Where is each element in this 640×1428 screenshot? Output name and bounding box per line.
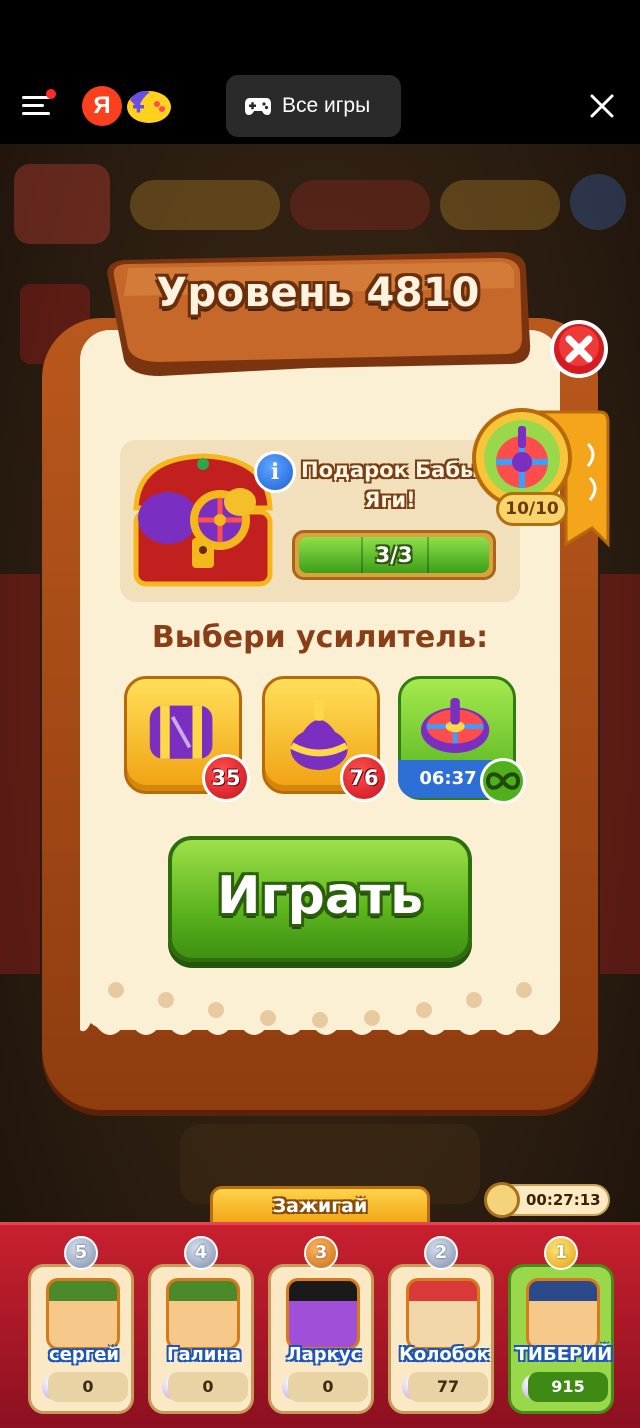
player-rank-badge: 2 (424, 1236, 458, 1270)
booster-hammer-count: 35 (202, 754, 250, 802)
gift-progress-text: 3/3 (375, 543, 413, 567)
all-games-label: Все игры (282, 94, 371, 117)
gamepad-icon (245, 98, 271, 115)
modal-scallop-edge (80, 980, 560, 1035)
player-name: сергей (49, 1344, 119, 1365)
yandex-logo[interactable]: Я (82, 86, 122, 126)
hud-background-blur (0, 574, 40, 974)
leaderboard-timer-text: 00:27:13 (526, 1191, 601, 1209)
gift-progress-bar: 3/3 (292, 530, 496, 580)
leaderboard-tab[interactable]: Зажигай (210, 1186, 430, 1224)
infinity-icon (480, 758, 526, 804)
hud-background-blur (570, 174, 626, 230)
roulette-count-badge: 10/10 (496, 492, 568, 526)
notification-dot (46, 89, 56, 99)
leaderboard-timer: 00:27:13 (484, 1182, 610, 1218)
player-avatar (406, 1278, 480, 1350)
player-score: 0 (288, 1372, 368, 1402)
player-avatar (286, 1278, 360, 1350)
player-name: Галина (167, 1344, 241, 1365)
player-score: 0 (48, 1372, 128, 1402)
play-button-label: Играть (216, 866, 424, 926)
player-score: 0 (168, 1372, 248, 1402)
roulette-flag-icon (472, 408, 610, 548)
player-rank-badge: 5 (64, 1236, 98, 1270)
hud-background-blur (130, 180, 280, 230)
player-name: Колобок (399, 1344, 489, 1365)
hud-background-blur (14, 164, 110, 244)
booster-spinning-top-count: 76 (340, 754, 388, 802)
player-rank-badge: 3 (304, 1236, 338, 1270)
all-games-button[interactable]: Все игры (226, 75, 401, 137)
player-avatar (46, 1278, 120, 1350)
hud-background-blur (600, 574, 640, 974)
player-score: 915 (528, 1372, 608, 1402)
level-title: Уровень 4810 (156, 270, 480, 316)
modal-close-button[interactable] (548, 318, 610, 380)
choose-booster-title: Выбери усилитель: (151, 620, 489, 655)
player-score: 77 (408, 1372, 488, 1402)
player-name: Ларкус (286, 1344, 362, 1365)
play-button[interactable]: Играть (168, 836, 472, 962)
player-rank-badge: 4 (184, 1236, 218, 1270)
hud-background-blur (290, 180, 430, 230)
hud-background-blur (440, 180, 560, 230)
info-icon[interactable]: i (254, 451, 296, 493)
player-name: ТИБЕРИЙ (515, 1344, 613, 1365)
yandex-games-logo[interactable] (124, 86, 174, 126)
gift-title: Подарок Бабы Яги! (301, 458, 479, 512)
player-avatar (166, 1278, 240, 1350)
stopwatch-icon (484, 1182, 520, 1218)
menu-icon[interactable] (22, 89, 56, 120)
player-rank-badge: 1 (544, 1236, 578, 1270)
close-icon[interactable] (588, 92, 616, 120)
player-avatar (526, 1278, 600, 1350)
platform-bar: Я Все игры (0, 0, 640, 144)
